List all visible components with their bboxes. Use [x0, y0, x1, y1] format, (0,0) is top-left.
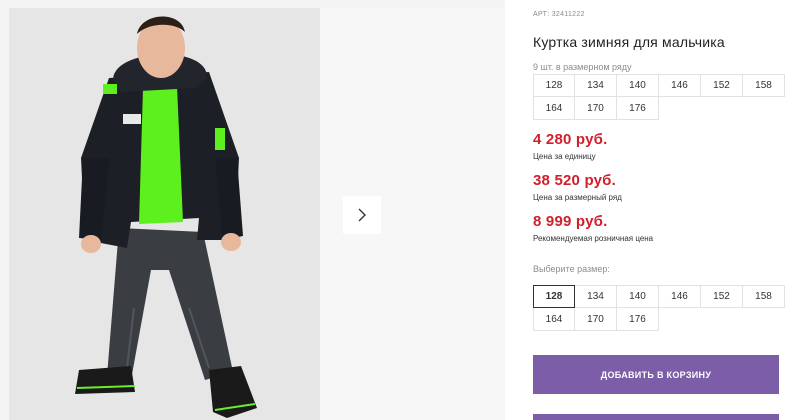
unit-price: 4 280 руб. — [533, 131, 608, 148]
size-set-cell: 140 — [617, 74, 659, 97]
size-option-128[interactable]: 128 — [533, 285, 575, 308]
set-price-caption: Цена за размерный ряд — [533, 193, 622, 202]
retail-price-caption: Рекомендуемая розничная цена — [533, 234, 654, 243]
size-set-count: 9 шт. в размерном ряду — [533, 62, 632, 72]
chevron-right-icon — [358, 208, 366, 222]
size-set-cell: 158 — [743, 74, 785, 97]
size-option-140[interactable]: 140 — [617, 285, 659, 308]
size-set-cell: 152 — [701, 74, 743, 97]
boy-in-winter-jacket-image — [9, 8, 320, 420]
size-set-cell: 170 — [575, 97, 617, 120]
size-set-cell: 128 — [533, 74, 575, 97]
retail-price: 8 999 руб. — [533, 213, 608, 230]
size-set-cell: 176 — [617, 97, 659, 120]
size-set-grid: 128 134 140 146 152 158 164 170 176 — [533, 74, 785, 120]
size-picker: 128 134 140 146 152 158 164 170 176 — [533, 285, 785, 331]
size-option-134[interactable]: 134 — [575, 285, 617, 308]
size-option-176[interactable]: 176 — [617, 308, 659, 331]
unit-price-caption: Цена за единицу — [533, 152, 596, 161]
set-price: 38 520 руб. — [533, 172, 616, 189]
product-photo[interactable] — [9, 8, 320, 420]
product-panel: АРТ: 32411222 Куртка зимняя для мальчика… — [533, 0, 800, 420]
next-image-button[interactable] — [343, 196, 381, 234]
size-option-146[interactable]: 146 — [659, 285, 701, 308]
secondary-button[interactable] — [533, 414, 779, 420]
size-option-152[interactable]: 152 — [701, 285, 743, 308]
size-option-170[interactable]: 170 — [575, 308, 617, 331]
size-set-cell: 146 — [659, 74, 701, 97]
product-title: Куртка зимняя для мальчика — [533, 34, 725, 50]
size-option-164[interactable]: 164 — [533, 308, 575, 331]
size-option-158[interactable]: 158 — [743, 285, 785, 308]
product-gallery — [0, 0, 505, 420]
size-set-cell: 134 — [575, 74, 617, 97]
add-to-cart-button[interactable]: ДОБАВИТЬ В КОРЗИНУ — [533, 355, 779, 394]
size-set-cell: 164 — [533, 97, 575, 120]
article-number: АРТ: 32411222 — [533, 11, 585, 18]
size-select-label: Выберите размер: — [533, 264, 610, 274]
